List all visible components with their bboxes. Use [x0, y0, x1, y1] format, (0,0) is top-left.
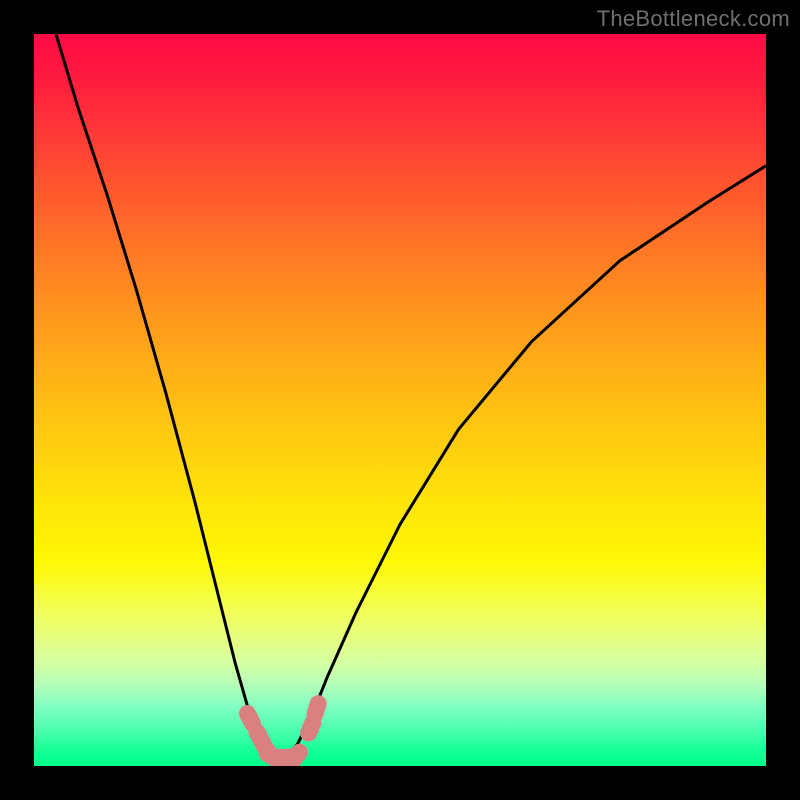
marker-group [236, 693, 329, 766]
watermark-text: TheBottleneck.com [597, 6, 790, 32]
bottleneck-curve [56, 34, 766, 762]
plot-area [34, 34, 766, 766]
chart-frame: TheBottleneck.com [0, 0, 800, 800]
curve-layer [34, 34, 766, 766]
bottleneck-curve-path [56, 34, 766, 762]
